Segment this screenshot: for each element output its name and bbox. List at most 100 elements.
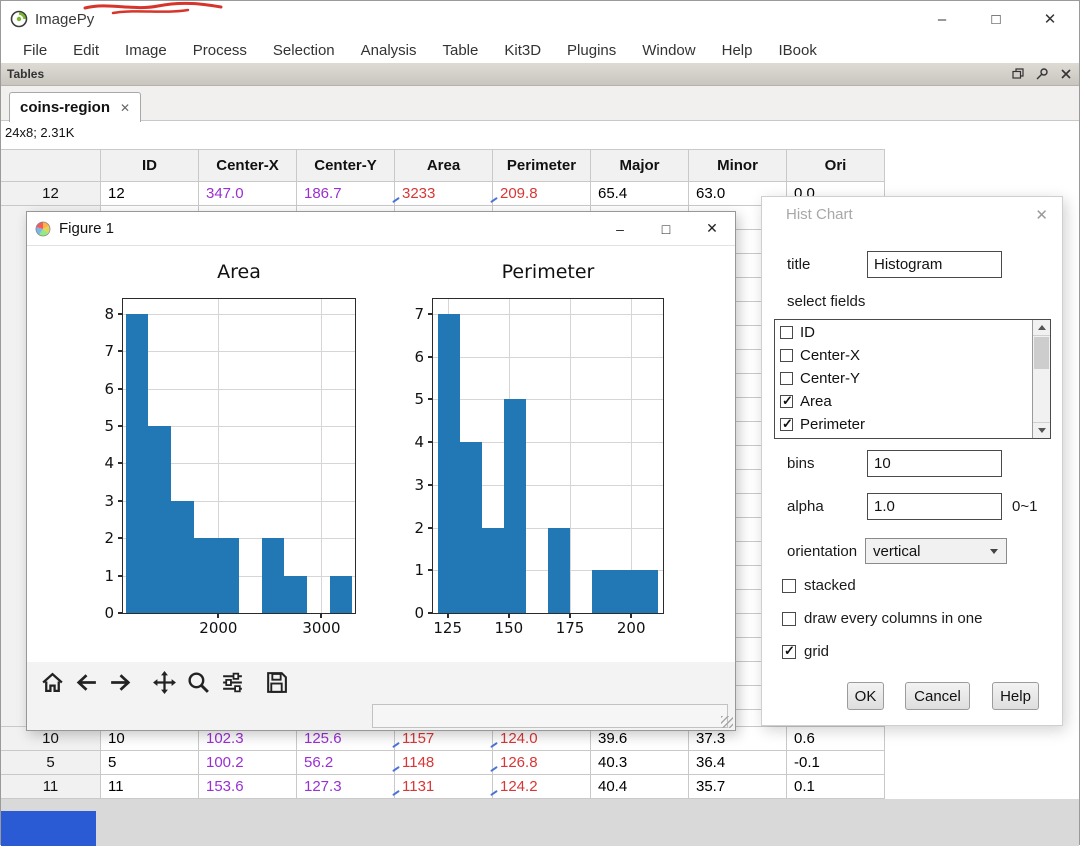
table-cell[interactable]: 186.7	[297, 182, 395, 206]
checkbox[interactable]	[780, 326, 793, 339]
checkbox[interactable]	[780, 349, 793, 362]
field-option-center-x[interactable]: Center-X	[775, 344, 1032, 367]
table-cell[interactable]: 36.4	[689, 751, 787, 775]
titlebar[interactable]: ImagePy – □ ✕	[1, 1, 1079, 37]
table-cell[interactable]: 209.8	[490, 182, 591, 206]
table-cell[interactable]: 126.8	[490, 751, 591, 775]
alpha-input[interactable]	[867, 493, 1002, 520]
field-option-area[interactable]: Area	[775, 390, 1032, 413]
menu-item-table[interactable]: Table	[430, 42, 492, 59]
figure-maximize-button[interactable]: □	[643, 212, 689, 246]
close-icon[interactable]	[1058, 67, 1073, 82]
column-header-area[interactable]: Area	[395, 149, 493, 182]
table-cell[interactable]: 56.2	[297, 751, 395, 775]
ytick-label: 2	[104, 529, 114, 548]
table-cell[interactable]: 3233	[392, 182, 493, 206]
column-header-ori[interactable]: Ori	[787, 149, 885, 182]
figure-minimize-button[interactable]: –	[597, 212, 643, 246]
table-cell[interactable]: 0.1	[787, 775, 885, 799]
zoom-button[interactable]	[181, 666, 215, 698]
field-option-perimeter[interactable]: Perimeter	[775, 413, 1032, 436]
minimize-button[interactable]: –	[915, 1, 969, 37]
row-label[interactable]: 5	[1, 751, 101, 775]
ok-button[interactable]: OK	[847, 682, 884, 710]
pan-button[interactable]	[147, 666, 181, 698]
forward-button[interactable]	[103, 666, 137, 698]
field-option-label: Center-X	[800, 347, 861, 364]
tab-coins-region[interactable]: coins-region ✕	[9, 92, 142, 122]
back-button[interactable]	[69, 666, 103, 698]
help-button[interactable]: Help	[992, 682, 1039, 710]
checkbox[interactable]	[780, 372, 793, 385]
resize-grip-icon[interactable]	[721, 716, 733, 728]
table-cell[interactable]: 5	[101, 751, 199, 775]
table-cell[interactable]: 1148	[392, 751, 493, 775]
scroll-down-icon[interactable]	[1033, 422, 1050, 438]
figure-close-button[interactable]: ✕	[689, 212, 735, 246]
checkbox[interactable]	[780, 393, 793, 409]
table-cell[interactable]: 12	[101, 182, 199, 206]
column-header-perimeter[interactable]: Perimeter	[493, 149, 591, 182]
sliders-button[interactable]	[215, 666, 249, 698]
draw-every-checkbox[interactable]	[782, 611, 796, 626]
save-button[interactable]	[259, 666, 293, 698]
scroll-up-icon[interactable]	[1033, 320, 1050, 336]
menu-item-file[interactable]: File	[10, 42, 60, 59]
table-cell[interactable]: 347.0	[199, 182, 297, 206]
stacked-checkbox[interactable]	[782, 578, 796, 593]
scrollbar-thumb[interactable]	[1034, 337, 1049, 369]
field-option-center-y[interactable]: Center-Y	[775, 367, 1032, 390]
table-cell[interactable]: 124.2	[490, 775, 591, 799]
row-label[interactable]: 12	[1, 182, 101, 206]
menu-item-help[interactable]: Help	[709, 42, 766, 59]
title-input[interactable]	[867, 251, 1002, 278]
listbox-scrollbar[interactable]	[1032, 320, 1050, 438]
dialog-close-icon[interactable]: ✕	[1035, 206, 1048, 224]
column-header-major[interactable]: Major	[591, 149, 689, 182]
draw-every-option-row[interactable]: draw every columns in one	[782, 610, 982, 627]
table-cell[interactable]: 153.6	[199, 775, 297, 799]
bins-input[interactable]	[867, 450, 1002, 477]
figure-titlebar[interactable]: Figure 1 – □ ✕	[27, 212, 735, 246]
checkbox[interactable]	[780, 416, 793, 432]
table-cell[interactable]: 127.3	[297, 775, 395, 799]
column-header-center-y[interactable]: Center-Y	[297, 149, 395, 182]
float-icon[interactable]	[1010, 67, 1025, 82]
table-cell[interactable]: 11	[101, 775, 199, 799]
tables-panel-caption[interactable]: Tables	[1, 63, 1079, 86]
menu-item-process[interactable]: Process	[180, 42, 260, 59]
table-cell[interactable]: 65.4	[591, 182, 689, 206]
table-cell[interactable]: 0.6	[787, 727, 885, 751]
row-label[interactable]: 11	[1, 775, 101, 799]
table-cell[interactable]: -0.1	[787, 751, 885, 775]
column-header-id[interactable]: ID	[101, 149, 199, 182]
menu-item-ibook[interactable]: IBook	[765, 42, 829, 59]
menu-item-analysis[interactable]: Analysis	[348, 42, 430, 59]
area-plot: Area 0 1 2 3 4 5 6 7 8 2000 3000	[104, 261, 356, 637]
grid-option-row[interactable]: grid	[782, 643, 829, 660]
tab-close-icon[interactable]: ✕	[120, 101, 130, 115]
column-header-minor[interactable]: Minor	[689, 149, 787, 182]
pin-icon[interactable]	[1034, 67, 1049, 82]
column-header-center-x[interactable]: Center-X	[199, 149, 297, 182]
menu-item-window[interactable]: Window	[629, 42, 708, 59]
cancel-button[interactable]: Cancel	[905, 682, 970, 710]
close-button[interactable]: ✕	[1023, 1, 1077, 37]
table-cell[interactable]: 35.7	[689, 775, 787, 799]
menu-item-kit3d[interactable]: Kit3D	[491, 42, 554, 59]
table-cell[interactable]: 40.4	[591, 775, 689, 799]
menu-item-edit[interactable]: Edit	[60, 42, 112, 59]
table-cell[interactable]: 1131	[392, 775, 493, 799]
field-option-id[interactable]: ID	[775, 321, 1032, 344]
menu-item-image[interactable]: Image	[112, 42, 180, 59]
stacked-option-row[interactable]: stacked	[782, 577, 856, 594]
table-cell[interactable]: 100.2	[199, 751, 297, 775]
home-button[interactable]	[35, 666, 69, 698]
maximize-button[interactable]: □	[969, 1, 1023, 37]
menu-item-selection[interactable]: Selection	[260, 42, 348, 59]
figure-canvas[interactable]: Area 0 1 2 3 4 5 6 7 8 2000 3000 Perimeter 0 1 2 3 4 5 6 7 1…	[27, 246, 735, 662]
table-cell[interactable]: 40.3	[591, 751, 689, 775]
grid-checkbox[interactable]	[782, 643, 796, 659]
menu-item-plugins[interactable]: Plugins	[554, 42, 629, 59]
orientation-dropdown[interactable]: vertical	[865, 538, 1007, 564]
